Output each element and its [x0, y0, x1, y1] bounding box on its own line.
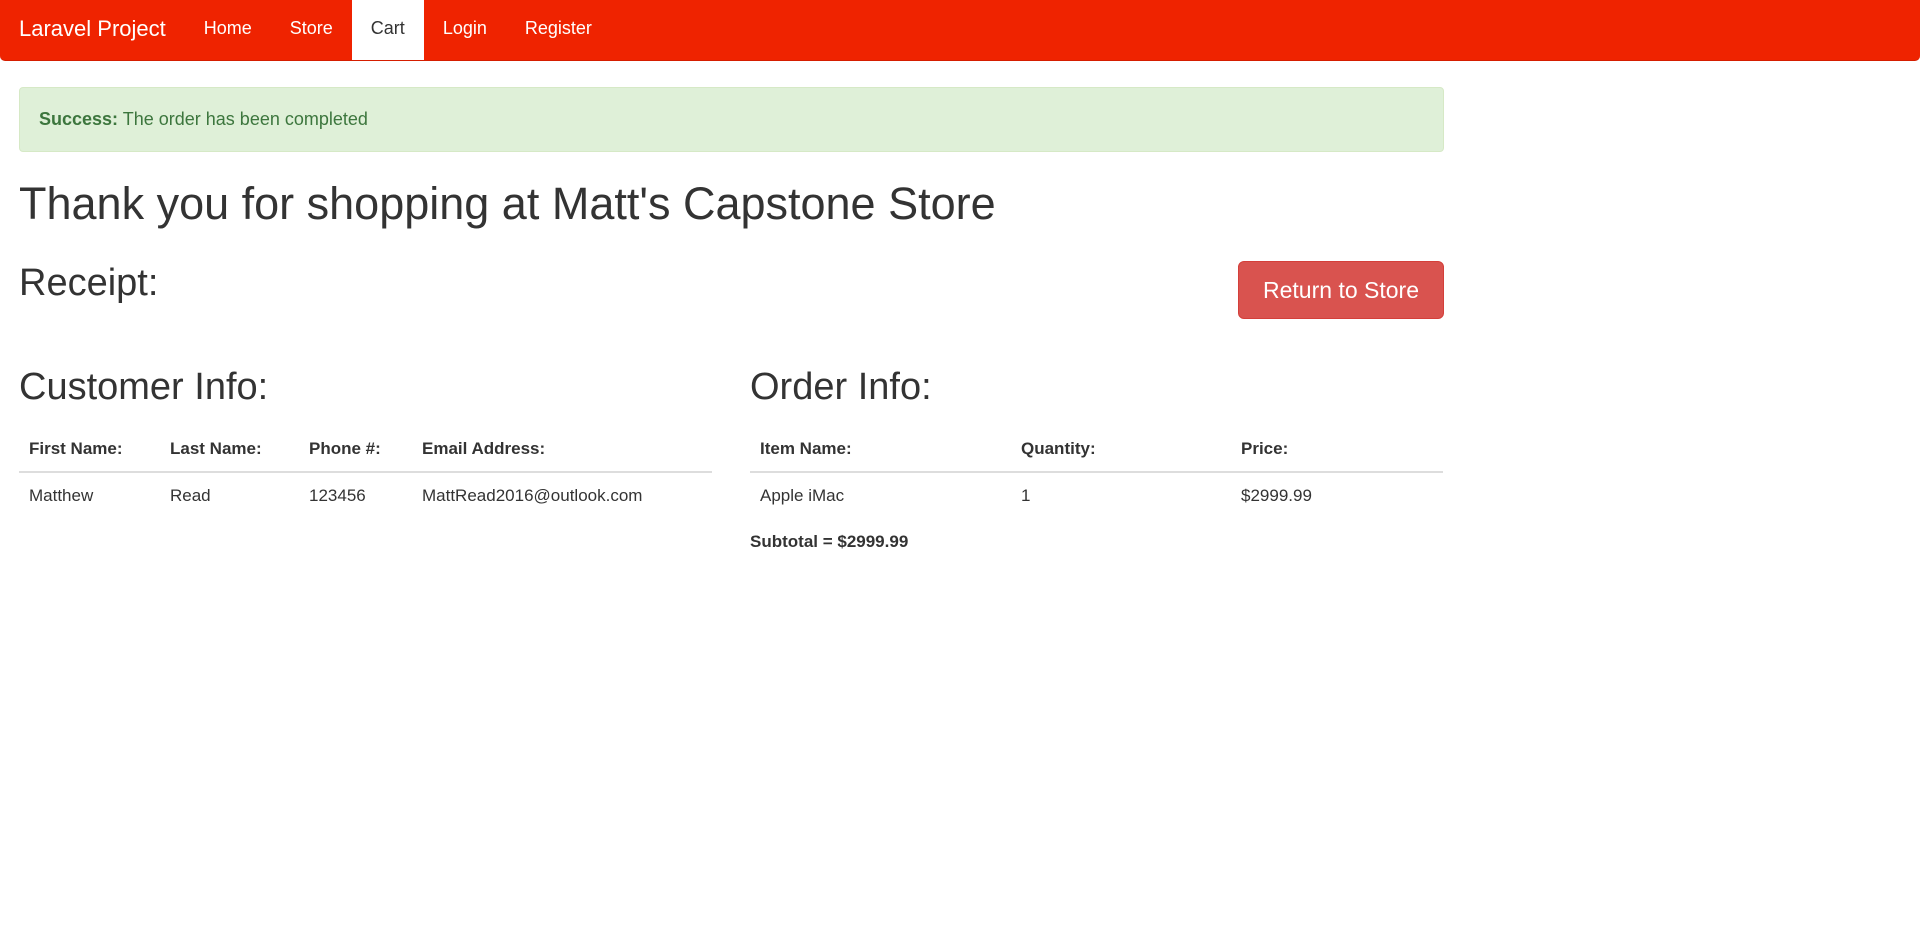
navbar-brand[interactable]: Laravel Project — [0, 0, 185, 60]
order-table-header-row: Item Name: Quantity: Price: — [750, 426, 1443, 473]
receipt-heading: Receipt: — [19, 262, 159, 304]
nav-item-register[interactable]: Register — [506, 0, 611, 60]
success-alert: Success: The order has been completed — [19, 87, 1444, 152]
cell-price: $2999.99 — [1241, 485, 1312, 505]
nav-list: Home Store Cart Login Register — [185, 0, 611, 60]
order-info-section: Order Info: Item Name: Quantity: Price: … — [750, 365, 1443, 552]
nav-item-cart[interactable]: Cart — [351, 0, 424, 60]
navbar: Laravel Project Home Store Cart Login Re… — [0, 0, 1920, 61]
cell-last-name: Read — [170, 485, 211, 505]
column-header-last-name: Last Name: — [160, 426, 299, 473]
cell-quantity: 1 — [1021, 485, 1031, 505]
table-row: Apple iMac 1 $2999.99 — [750, 472, 1443, 518]
nav-item-home[interactable]: Home — [185, 0, 271, 60]
column-header-phone: Phone #: — [299, 426, 412, 473]
cell-email: MattRead2016@outlook.com — [422, 485, 643, 505]
order-subtotal: Subtotal = $2999.99 — [750, 532, 909, 551]
column-header-quantity: Quantity: — [1011, 426, 1231, 473]
alert-message: The order has been completed — [122, 109, 368, 129]
order-table: Item Name: Quantity: Price: Apple iMac 1… — [750, 426, 1443, 518]
customer-info-section: Customer Info: First Name: Last Name: Ph… — [19, 365, 712, 518]
customer-table: First Name: Last Name: Phone #: Email Ad… — [19, 426, 712, 518]
return-to-store-button[interactable]: Return to Store — [1238, 261, 1444, 319]
column-header-first-name: First Name: — [19, 426, 160, 473]
column-header-email: Email Address: — [412, 426, 712, 473]
cell-item-name: Apple iMac — [760, 485, 845, 505]
order-info-heading: Order Info: — [750, 366, 932, 408]
customer-info-heading: Customer Info: — [19, 366, 269, 408]
alert-label: Success: — [39, 109, 119, 129]
info-columns: Customer Info: First Name: Last Name: Ph… — [19, 365, 1444, 605]
table-row: Matthew Read 123456 MattRead2016@outlook… — [19, 472, 712, 518]
nav-item-store[interactable]: Store — [271, 0, 352, 60]
column-header-item-name: Item Name: — [750, 426, 1011, 473]
cell-first-name: Matthew — [29, 485, 94, 505]
page-title: Thank you for shopping at Matt's Capston… — [19, 178, 996, 229]
receipt-row: Receipt: Return to Store — [19, 261, 1444, 319]
customer-table-header-row: First Name: Last Name: Phone #: Email Ad… — [19, 426, 712, 473]
cell-phone: 123456 — [309, 485, 366, 505]
column-header-price: Price: — [1231, 426, 1443, 473]
main-content: Success: The order has been completed Th… — [19, 87, 1444, 605]
nav-item-login[interactable]: Login — [424, 0, 506, 60]
